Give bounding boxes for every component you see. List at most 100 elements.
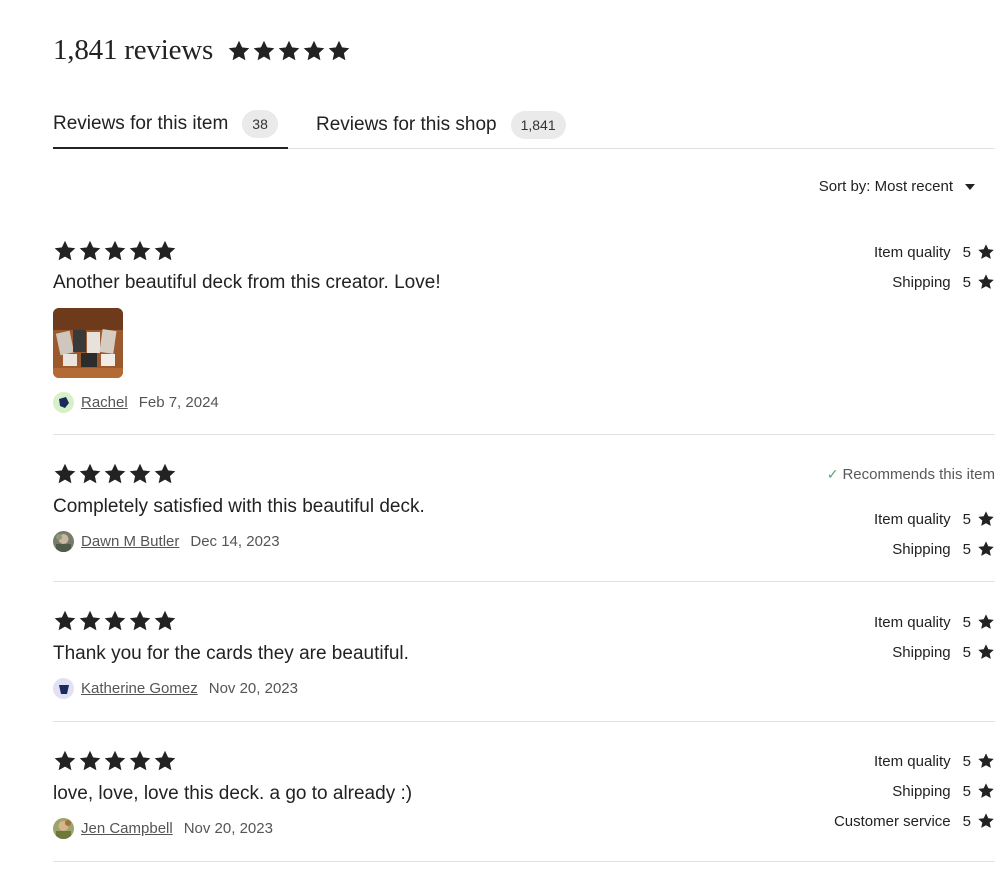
tab-reviews-for-shop[interactable]: Reviews for this shop 1,841: [316, 100, 566, 149]
sub-rating-shipping: Shipping 5: [834, 776, 995, 806]
star-icon: [977, 540, 995, 558]
caret-down-icon: [965, 183, 975, 190]
sub-rating-label: Shipping: [892, 273, 951, 291]
tab-label: Reviews for this item: [53, 112, 229, 134]
review-item: Thank you for the cards they are beautif…: [53, 582, 995, 722]
review-item: love, love, love this deck. a go to alre…: [53, 722, 995, 862]
star-icon: [277, 39, 301, 63]
recommends-label: Recommends this item: [842, 466, 995, 483]
sub-rating-value: 5: [962, 243, 971, 261]
recommends-badge: ✓ Recommends this item: [827, 466, 995, 483]
sub-rating-shipping: Shipping 5: [874, 534, 995, 564]
review-text: Another beautiful deck from this creator…: [53, 272, 441, 293]
sub-ratings: Item quality 5 Shipping 5: [874, 607, 995, 667]
review-rating-stars: [53, 239, 177, 263]
sub-ratings: Item quality 5 Shipping 5: [874, 504, 995, 564]
star-icon: [53, 609, 77, 633]
sub-rating-item-quality: Item quality 5: [874, 504, 995, 534]
star-icon: [227, 39, 251, 63]
review-text: Thank you for the cards they are beautif…: [53, 643, 409, 664]
reviewer-meta: Katherine Gomez Nov 20, 2023: [53, 678, 298, 699]
sub-rating-value: 5: [962, 540, 971, 558]
reviewer-name-link[interactable]: Dawn M Butler: [81, 533, 179, 550]
reviews-header: 1,841 reviews: [53, 34, 351, 67]
sub-rating-shipping: Shipping 5: [874, 637, 995, 667]
check-icon: ✓: [826, 466, 839, 482]
sub-rating-label: Item quality: [873, 243, 951, 261]
sub-rating-value: 5: [962, 752, 971, 770]
avatar[interactable]: [53, 678, 74, 699]
sub-rating-label: Shipping: [892, 782, 951, 800]
tab-count-badge: 1,841: [510, 110, 566, 139]
star-icon: [128, 749, 152, 773]
sub-rating-item-quality: Item quality 5: [834, 746, 995, 776]
star-icon: [977, 613, 995, 631]
review-rating-stars: [53, 749, 177, 773]
star-icon: [977, 812, 995, 830]
sub-rating-label: Item quality: [873, 510, 951, 528]
reviewer-name-link[interactable]: Katherine Gomez: [81, 680, 198, 697]
reviewer-meta: Rachel Feb 7, 2024: [53, 392, 219, 413]
tab-count-badge: 38: [242, 109, 278, 138]
sub-ratings: Item quality 5 Shipping 5 Customer servi…: [834, 746, 995, 836]
review-date: Nov 20, 2023: [208, 680, 298, 697]
reviewer-name-link[interactable]: Rachel: [81, 394, 128, 411]
review-rating-stars: [53, 462, 177, 486]
sub-rating-label: Shipping: [892, 540, 951, 558]
tab-label: Reviews for this shop: [316, 113, 497, 135]
star-icon: [53, 749, 77, 773]
star-icon: [128, 239, 152, 263]
reviews-tabs: Reviews for this item 38 Reviews for thi…: [53, 100, 995, 149]
reviewer-meta: Jen Campbell Nov 20, 2023: [53, 818, 273, 839]
sort-label: Sort by: Most recent: [818, 178, 953, 195]
star-icon: [78, 749, 102, 773]
star-icon: [78, 462, 102, 486]
sort-dropdown[interactable]: Sort by: Most recent: [819, 178, 975, 195]
review-text: love, love, love this deck. a go to alre…: [53, 783, 413, 804]
sub-rating-value: 5: [962, 643, 971, 661]
reviewer-meta: Dawn M Butler Dec 14, 2023: [53, 531, 280, 552]
star-icon: [153, 462, 177, 486]
star-icon: [977, 510, 995, 528]
star-icon: [327, 39, 351, 63]
review-date: Nov 20, 2023: [183, 820, 273, 837]
star-icon: [977, 782, 995, 800]
sub-rating-customer-service: Customer service 5: [834, 806, 995, 836]
star-icon: [977, 752, 995, 770]
star-icon: [128, 609, 152, 633]
star-icon: [103, 462, 127, 486]
star-icon: [78, 609, 102, 633]
sub-rating-value: 5: [962, 273, 971, 291]
reviews-count-title: 1,841 reviews: [53, 34, 214, 66]
star-icon: [103, 239, 127, 263]
star-icon: [977, 273, 995, 291]
star-icon: [302, 39, 326, 63]
tab-reviews-for-item[interactable]: Reviews for this item 38: [53, 100, 288, 149]
sub-rating-shipping: Shipping 5: [874, 267, 995, 297]
sub-rating-label: Shipping: [892, 643, 951, 661]
star-icon: [977, 243, 995, 261]
star-icon: [153, 749, 177, 773]
sub-rating-label: Item quality: [873, 613, 951, 631]
avatar[interactable]: [53, 818, 74, 839]
sub-rating-value: 5: [962, 510, 971, 528]
star-icon: [153, 239, 177, 263]
avatar[interactable]: [53, 392, 74, 413]
review-text: Completely satisfied with this beautiful…: [53, 496, 425, 517]
sub-rating-value: 5: [962, 782, 971, 800]
avatar[interactable]: [53, 531, 74, 552]
reviewer-name-link[interactable]: Jen Campbell: [81, 820, 173, 837]
star-icon: [78, 239, 102, 263]
sub-rating-value: 5: [962, 812, 971, 830]
review-rating-stars: [53, 609, 177, 633]
review-photo[interactable]: [53, 308, 123, 378]
sub-rating-value: 5: [962, 613, 971, 631]
sub-rating-item-quality: Item quality 5: [874, 237, 995, 267]
star-icon: [252, 39, 276, 63]
star-icon: [53, 462, 77, 486]
review-item: Another beautiful deck from this creator…: [53, 228, 995, 435]
star-icon: [128, 462, 152, 486]
review-item: Completely satisfied with this beautiful…: [53, 435, 995, 582]
star-icon: [153, 609, 177, 633]
review-date: Dec 14, 2023: [190, 533, 280, 550]
